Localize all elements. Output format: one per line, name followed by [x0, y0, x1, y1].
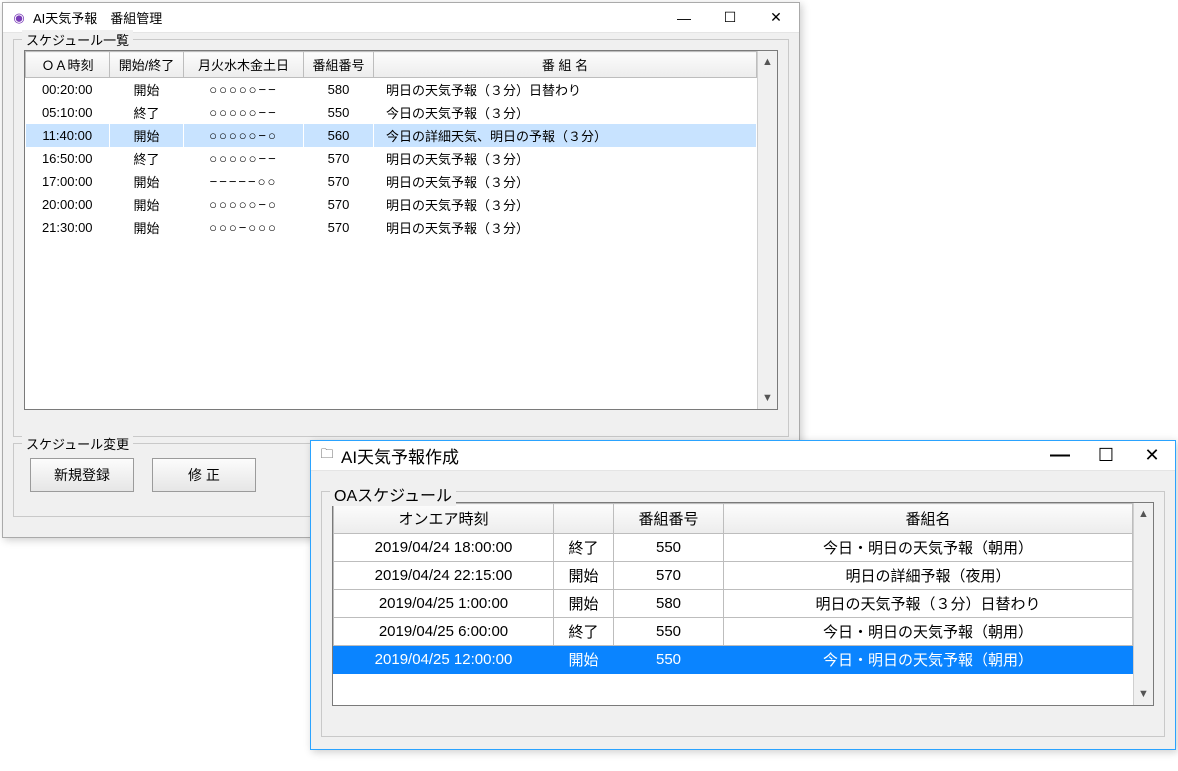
titlebar: 🗀 AI天気予報作成 — ☐ ✕	[311, 441, 1175, 471]
scrollbar[interactable]: ▲ ▼	[757, 51, 777, 409]
titlebar: ◉ AI天気予報 番組管理 — ☐ ✕	[3, 3, 799, 33]
table-row[interactable]: 2019/04/24 18:00:00終了550今日・明日の天気予報（朝用）	[334, 534, 1133, 562]
oa-schedule-group: OAスケジュール オンエア時刻 番組番号 番組名	[321, 491, 1165, 737]
table-row[interactable]: 16:50:00終了○○○○○−−570明日の天気予報（３分）	[26, 147, 757, 170]
scroll-up-icon[interactable]: ▲	[1134, 503, 1153, 525]
table-row[interactable]: 05:10:00終了○○○○○−−550今日の天気予報（３分）	[26, 101, 757, 124]
col-time[interactable]: ＯＡ時刻	[26, 52, 110, 78]
table-row[interactable]: 2019/04/25 1:00:00開始580明日の天気予報（３分）日替わり	[334, 590, 1133, 618]
scroll-up-icon[interactable]: ▲	[758, 51, 777, 73]
table-row[interactable]: 00:20:00開始○○○○○−−580明日の天気予報（３分）日替わり	[26, 78, 757, 102]
schedule-table[interactable]: ＯＡ時刻 開始/終了 月火水木金土日 番組番号 番 組 名 00:20:00開始…	[25, 51, 757, 239]
app-icon: ◉	[11, 10, 27, 26]
oa-table[interactable]: オンエア時刻 番組番号 番組名 2019/04/24 18:00:00終了550…	[333, 503, 1133, 674]
maximize-button[interactable]: ☐	[707, 3, 753, 33]
edit-button[interactable]: 修 正	[152, 458, 256, 492]
close-button[interactable]: ✕	[753, 3, 799, 33]
oa-schedule-legend: OAスケジュール	[330, 482, 456, 506]
col-se[interactable]: 開始/終了	[110, 52, 184, 78]
schedule-list-group: スケジュール一覧 ＯＡ時刻 開始/終了 月火水木金土日 番組番号 番 組	[13, 39, 789, 437]
window-title: AI天気予報作成	[341, 443, 459, 468]
col-pno[interactable]: 番組番号	[614, 504, 724, 534]
table-row[interactable]: 21:30:00開始○○○−○○○570明日の天気予報（３分）	[26, 216, 757, 239]
minimize-button[interactable]: —	[1037, 441, 1083, 471]
minimize-button[interactable]: —	[661, 3, 707, 33]
col-se[interactable]	[554, 504, 614, 534]
table-row[interactable]: 20:00:00開始○○○○○−○570明日の天気予報（３分）	[26, 193, 757, 216]
col-pno[interactable]: 番組番号	[304, 52, 374, 78]
col-pname[interactable]: 番 組 名	[374, 52, 757, 78]
col-days[interactable]: 月火水木金土日	[184, 52, 304, 78]
schedule-list-legend: スケジュール一覧	[22, 30, 133, 49]
table-row[interactable]: 2019/04/24 22:15:00開始570明日の詳細予報（夜用）	[334, 562, 1133, 590]
close-button[interactable]: ✕	[1129, 441, 1175, 471]
scroll-down-icon[interactable]: ▼	[758, 387, 777, 409]
scrollbar[interactable]: ▲ ▼	[1133, 503, 1153, 705]
col-oat[interactable]: オンエア時刻	[334, 504, 554, 534]
table-row[interactable]: 2019/04/25 6:00:00終了550今日・明日の天気予報（朝用）	[334, 618, 1133, 646]
table-row[interactable]: 2019/04/25 12:00:00開始550今日・明日の天気予報（朝用）	[334, 646, 1133, 674]
table-row[interactable]: 11:40:00開始○○○○○−○560今日の詳細天気、明日の予報（３分）	[26, 124, 757, 147]
new-button[interactable]: 新規登録	[30, 458, 134, 492]
schedule-edit-legend: スケジュール変更	[22, 434, 133, 453]
col-pname[interactable]: 番組名	[724, 504, 1133, 534]
scroll-down-icon[interactable]: ▼	[1134, 683, 1153, 705]
table-row[interactable]: 17:00:00開始−−−−−○○570明日の天気予報（３分）	[26, 170, 757, 193]
window-oa-creator: 🗀 AI天気予報作成 — ☐ ✕ OAスケジュール オンエア時刻	[310, 440, 1176, 750]
window-title: AI天気予報 番組管理	[33, 8, 162, 27]
maximize-button[interactable]: ☐	[1083, 441, 1129, 471]
folder-icon: 🗀	[319, 448, 335, 464]
